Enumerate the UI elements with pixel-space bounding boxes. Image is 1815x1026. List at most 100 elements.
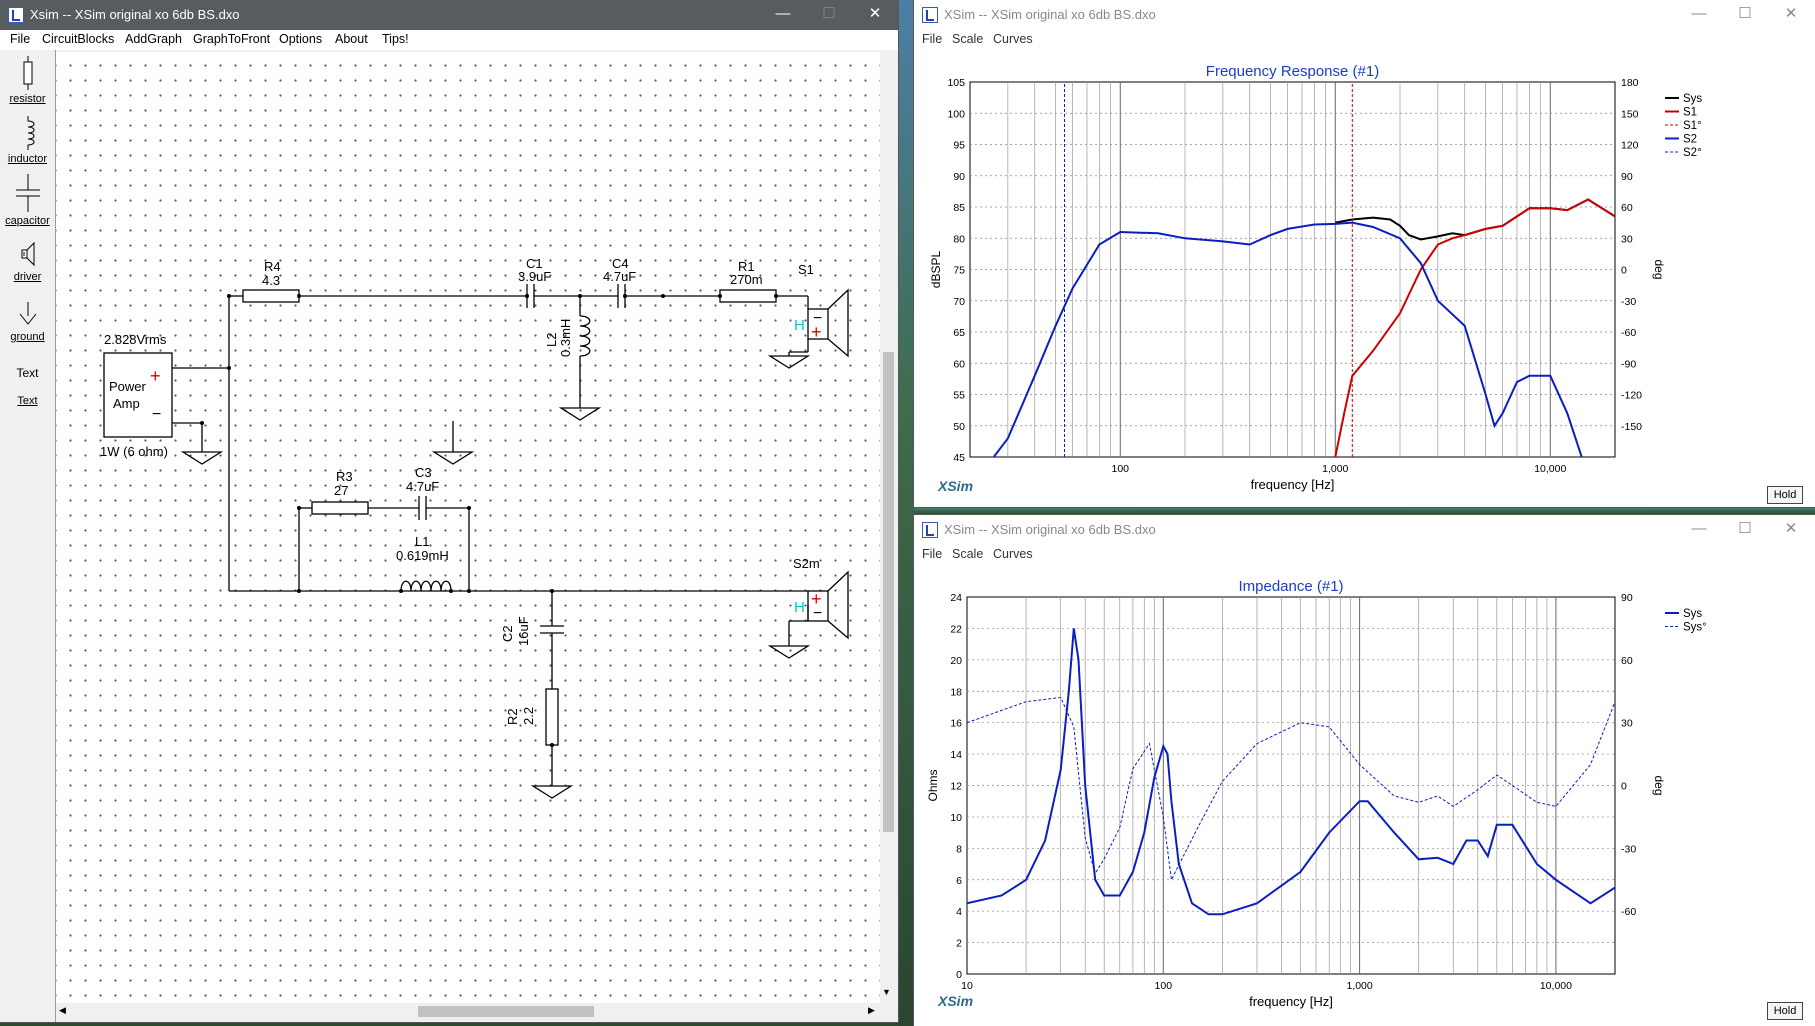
menu-graphtofront[interactable]: GraphToFront	[193, 32, 270, 46]
y-tick-label: 22	[950, 623, 962, 635]
c1-value: 3.9uF	[518, 269, 551, 284]
y-tick-label: 12	[950, 781, 962, 793]
resistor-r1[interactable]	[719, 289, 777, 303]
tool-inductor[interactable]: inductor	[0, 116, 55, 165]
resistor-r3[interactable]	[311, 501, 369, 515]
component-toolbox: resistor inductor capacitor driver groun…	[0, 50, 56, 1022]
desktop-background-strip	[914, 507, 1815, 515]
ground-icon	[19, 302, 36, 325]
amp-label-2: Amp	[113, 396, 140, 411]
y2-tick-label: 60	[1621, 655, 1633, 667]
r1-value: 270m	[730, 272, 763, 287]
close-button[interactable]: ✕	[852, 0, 898, 30]
y-tick-label: 6	[956, 875, 962, 887]
inductor-icon	[27, 116, 34, 150]
title-bar[interactable]: XSim -- XSim original xo 6db BS.dxo — ☐ …	[914, 515, 1815, 545]
y-tick-label: 55	[953, 390, 965, 402]
y-tick-label: 4	[956, 906, 962, 918]
schematic-canvas[interactable]: H − + H + − 2.828Vrms Power Amp + − 1W (…	[56, 52, 880, 1003]
minimize-button[interactable]: —	[1676, 515, 1722, 545]
app-icon	[922, 522, 938, 538]
tool-text-link[interactable]: Text	[0, 395, 55, 407]
x-axis-label: frequency [Hz]	[1249, 994, 1333, 1009]
tool-ground[interactable]: ground	[0, 300, 55, 343]
y2-tick-label: 90	[1621, 171, 1633, 183]
menu-curves[interactable]: Curves	[993, 547, 1033, 561]
menu-addgraph[interactable]: AddGraph	[125, 32, 182, 46]
tool-capacitor[interactable]: capacitor	[0, 174, 55, 227]
horizontal-scrollbar[interactable]: ◀ ▶	[56, 1003, 880, 1020]
s2m-name: S2m	[793, 556, 820, 571]
menu-scale[interactable]: Scale	[952, 547, 983, 561]
menu-file[interactable]: File	[10, 32, 30, 46]
y-tick-label: 18	[950, 686, 962, 698]
impedance-chart[interactable]: 024681012141618202224-60-30030609010 100 1…	[914, 565, 1815, 1026]
tool-resistor[interactable]: resistor	[0, 56, 55, 105]
resistor-r4[interactable]	[242, 289, 300, 303]
c4-value: 4.7uF	[603, 269, 636, 284]
close-button[interactable]: ✕	[1768, 515, 1814, 545]
y-tick-label: 50	[953, 421, 965, 433]
c3-name: C3	[415, 465, 432, 480]
legend-label: Sys	[1683, 608, 1702, 620]
maximize-button[interactable]: ☐	[1722, 515, 1768, 545]
xsim-brand: XSim	[938, 993, 974, 1009]
menu-about[interactable]: About	[335, 32, 368, 46]
legend-label: Sys	[1683, 93, 1702, 105]
r3-value: 27	[334, 483, 348, 498]
y2-tick-label: -60	[1621, 327, 1636, 339]
menu-circuitblocks[interactable]: CircuitBlocks	[42, 32, 114, 46]
maximize-button[interactable]: ☐	[806, 0, 852, 30]
menu-scale[interactable]: Scale	[952, 32, 983, 46]
menu-tips[interactable]: Tips!	[382, 32, 409, 46]
y-tick-label: 85	[953, 202, 965, 214]
text-link: Text	[17, 395, 38, 407]
y2-tick-label: 0	[1621, 781, 1627, 793]
menu-file[interactable]: File	[922, 32, 942, 46]
l2-value: 0.3mH	[558, 319, 573, 357]
minimize-button[interactable]: —	[760, 0, 806, 30]
hold-button[interactable]: Hold	[1767, 486, 1803, 504]
s2m-h-mark: H	[794, 599, 805, 616]
hold-button[interactable]: Hold	[1767, 1002, 1803, 1020]
y-tick-label: 70	[953, 296, 965, 308]
x-tick-label: 10	[961, 980, 973, 992]
power-amp-block[interactable]	[103, 352, 173, 438]
y-tick-label: 65	[953, 327, 965, 339]
schematic-drawing: H − + H + − 2.828Vrms Power Amp + − 1W (…	[100, 256, 849, 799]
chart-title: Frequency Response (#1)	[1206, 63, 1379, 80]
tool-label: ground	[10, 331, 45, 343]
resistor-r2[interactable]	[545, 688, 559, 746]
menu-curves[interactable]: Curves	[993, 32, 1033, 46]
y2-axis-label: deg	[1652, 775, 1666, 795]
scroll-left-arrow[interactable]: ◀	[59, 1005, 66, 1016]
y-tick-label: 20	[950, 655, 962, 667]
close-button[interactable]: ✕	[1768, 0, 1814, 30]
horizontal-scroll-thumb[interactable]	[418, 1006, 594, 1017]
tool-label: capacitor	[5, 215, 50, 227]
text-icon: Text	[16, 366, 39, 380]
vertical-scroll-thumb[interactable]	[883, 352, 894, 832]
r4-value: 4.3	[262, 273, 280, 288]
scroll-down-arrow[interactable]: ▼	[882, 987, 891, 997]
title-bar[interactable]: XSim -- XSim original xo 6db BS.dxo — ☐ …	[914, 0, 1815, 30]
y-tick-label: 2	[956, 938, 962, 950]
tool-text[interactable]: Text	[0, 366, 55, 380]
ground-symbol	[180, 451, 224, 465]
menu-file[interactable]: File	[922, 547, 942, 561]
y2-tick-label: 0	[1621, 265, 1627, 277]
tool-driver[interactable]: driver	[0, 240, 55, 283]
scroll-right-arrow[interactable]: ▶	[868, 1005, 875, 1016]
title-bar[interactable]: Xsim -- XSim original xo 6db BS.dxo — ☐ …	[0, 0, 898, 30]
x-tick-label: 100	[1155, 980, 1173, 992]
minimize-button[interactable]: —	[1676, 0, 1722, 30]
x-tick-label: 100	[1112, 463, 1130, 475]
r2-name: R2	[505, 708, 520, 725]
menu-options[interactable]: Options	[279, 32, 322, 46]
frequency-response-chart[interactable]: 45 50 55 60 65 70 75 80 85 90 95 100 105 -150 -120 -90 -…	[914, 50, 1815, 507]
source-voltage: 2.828Vrms	[104, 332, 167, 347]
maximize-button[interactable]: ☐	[1722, 0, 1768, 30]
s1-h-mark: H	[794, 317, 805, 334]
x-tick-label: 1,000	[1346, 980, 1372, 992]
vertical-scrollbar[interactable]: ▼	[880, 52, 897, 1003]
